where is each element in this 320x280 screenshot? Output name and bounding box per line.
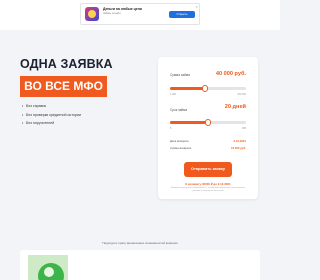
amount-slider[interactable] xyxy=(170,85,246,92)
ad-subtitle: Займы онлайн xyxy=(103,12,121,15)
benefits-list: Без справок Без проверки кредитной истор… xyxy=(22,104,81,130)
amount-max: 100 000 xyxy=(237,93,246,96)
bottom-content-card xyxy=(20,250,260,280)
hero-badge: ВО ВСЕ МФО xyxy=(20,76,107,97)
return-sum-row: Сумма возврата 44 000 руб. xyxy=(170,146,246,150)
return-date-label: Дата возврата xyxy=(170,139,189,143)
benefit-item: Без поручителей xyxy=(22,121,81,125)
term-max: 365 xyxy=(242,127,246,130)
ad-banner[interactable]: Деньги на любые цели Займы онлайн Открыт… xyxy=(80,3,200,25)
hero-headline: ОДНА ЗАЯВКА xyxy=(20,57,113,71)
loan-calculator-card: Сумма займа 40 000 руб. 1 000 100 000 Ср… xyxy=(158,57,258,199)
ad-open-button[interactable]: Открыть xyxy=(169,11,195,18)
fine-print: Нажимая кнопку вы соглашаетесь с условия… xyxy=(170,187,246,192)
return-sum-value: 44 000 руб. xyxy=(230,146,246,150)
amount-value: 40 000 руб. xyxy=(215,71,246,77)
footer-notice: Подходите сразу финансовых возможностей … xyxy=(102,241,178,245)
submit-application-button[interactable]: Отправить заявку xyxy=(184,162,232,177)
ad-title: Деньги на любые цели xyxy=(103,7,142,11)
term-slider[interactable] xyxy=(170,119,246,126)
term-min: 5 xyxy=(170,127,172,130)
return-sum-label: Сумма возврата xyxy=(170,146,192,150)
benefit-item: Без справок xyxy=(22,104,81,108)
close-icon[interactable]: × xyxy=(196,4,198,9)
return-date-value: 2.12.2021 xyxy=(233,139,246,143)
money-illustration-image xyxy=(28,255,68,280)
term-value: 20 дней xyxy=(224,104,246,110)
top-ad-bar: Деньги на любые цели Займы онлайн Открыт… xyxy=(0,0,280,30)
amount-slider-fill xyxy=(170,87,205,90)
amount-label: Сумма займа xyxy=(170,73,190,77)
benefit-item: Без проверки кредитной истории xyxy=(22,113,81,117)
term-slider-fill xyxy=(170,121,208,124)
term-slider-handle[interactable] xyxy=(204,119,212,126)
promo-text: К возврату 40000 ₽ до 2.12.2021 xyxy=(185,182,231,186)
amount-slider-handle[interactable] xyxy=(201,85,209,92)
app-logo-icon xyxy=(85,7,99,21)
term-label: Срок займа xyxy=(170,108,188,112)
amount-min: 1 000 xyxy=(170,93,176,96)
return-date-row: Дата возврата 2.12.2021 xyxy=(170,139,246,143)
